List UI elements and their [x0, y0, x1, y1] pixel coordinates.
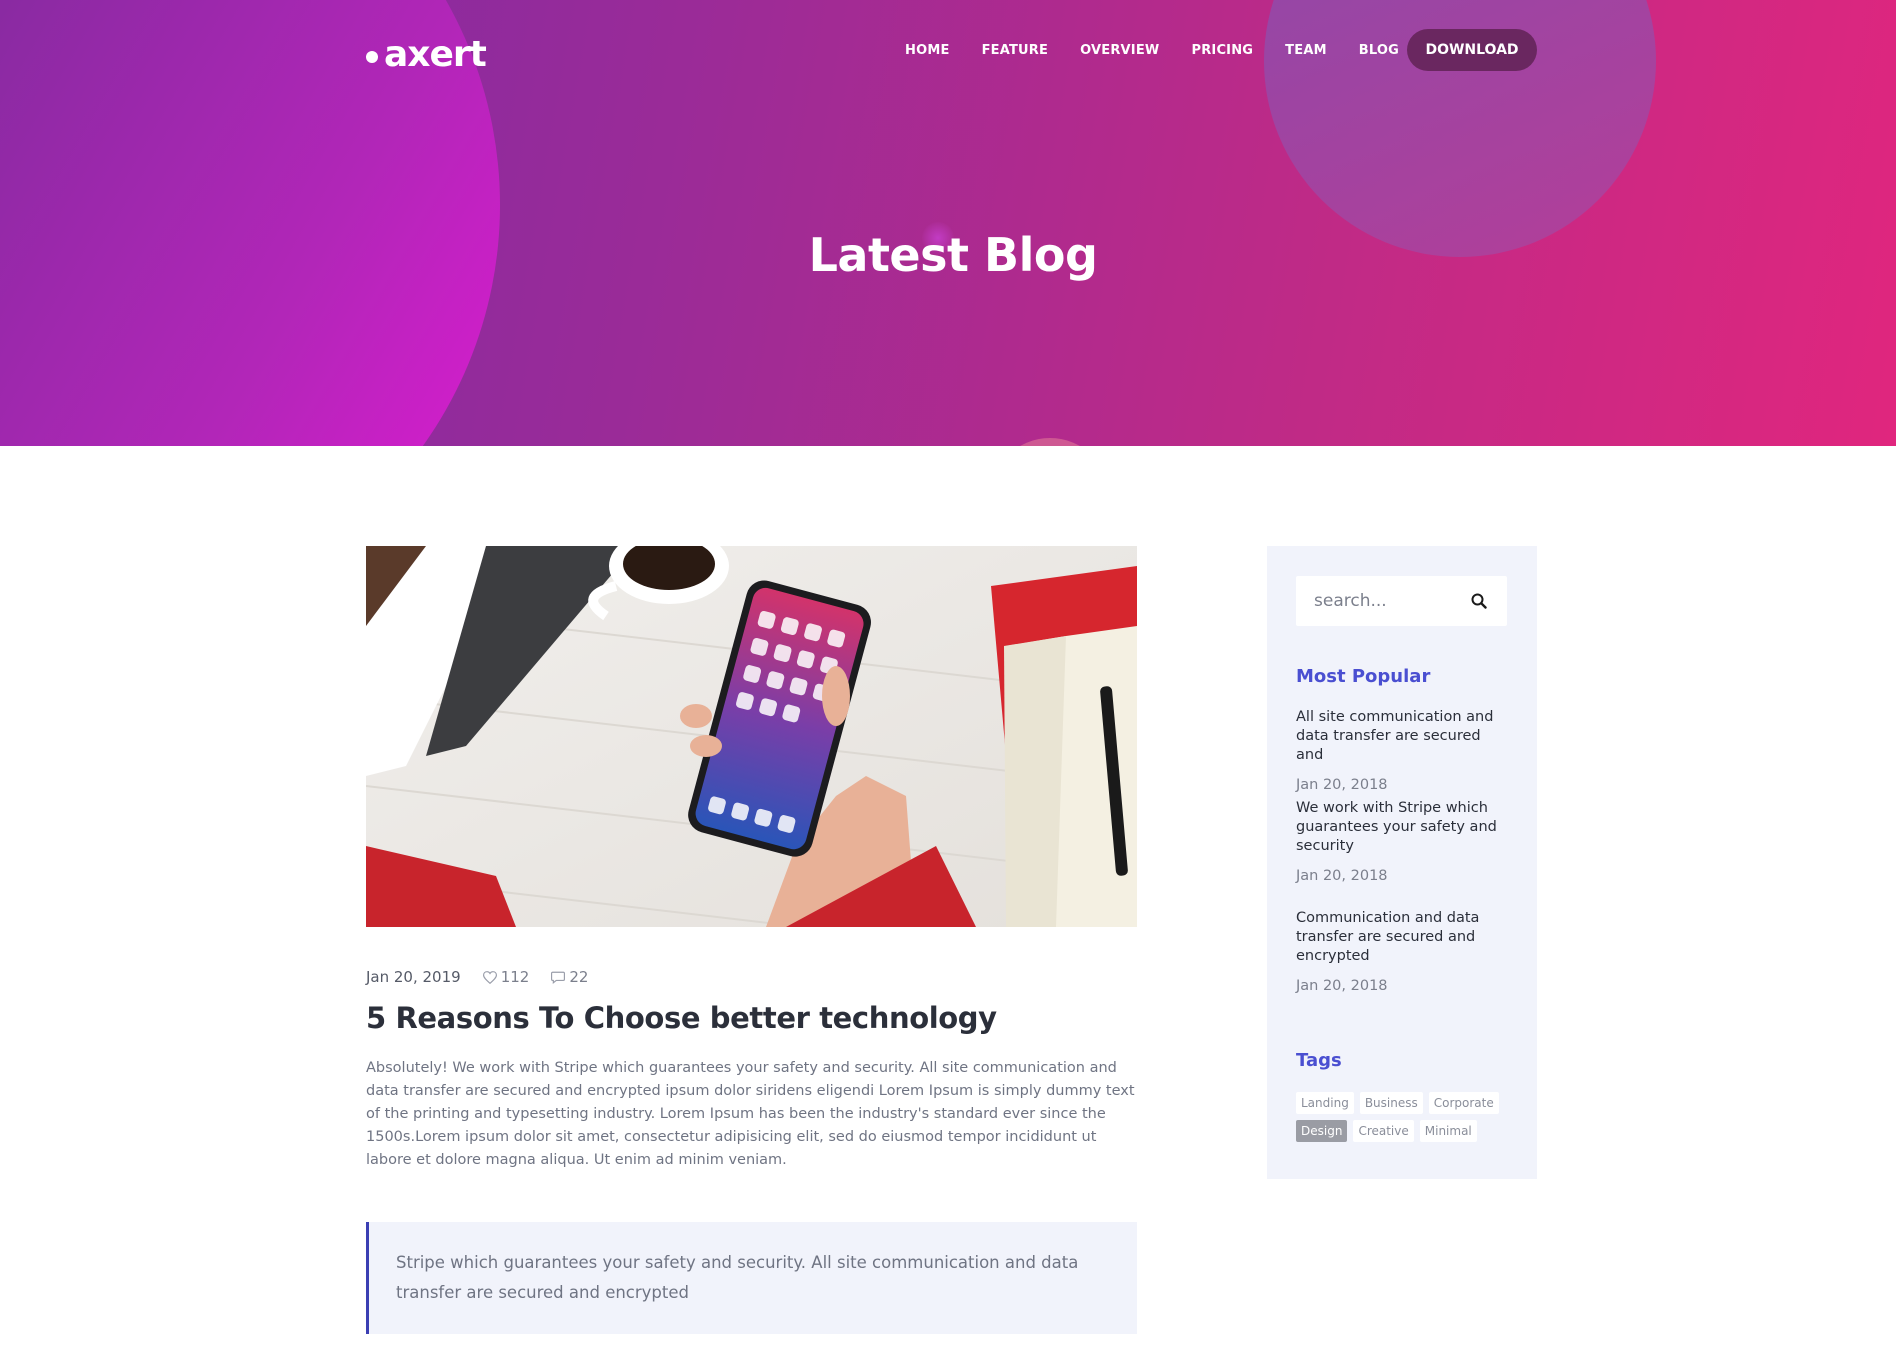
search-icon[interactable]	[1471, 593, 1487, 609]
search-input[interactable]	[1296, 577, 1466, 625]
heart-icon	[482, 970, 497, 984]
comments-count[interactable]: 22	[551, 968, 588, 986]
sidebar: Most Popular All site communication and …	[1267, 546, 1537, 1179]
post-title[interactable]: 5 Reasons To Choose better technology	[366, 1001, 1137, 1035]
post-image[interactable]	[366, 546, 1137, 927]
main-nav: HOME FEATURE OVERVIEW PRICING TEAM BLOG	[905, 41, 1399, 59]
nav-overview[interactable]: OVERVIEW	[1080, 43, 1159, 58]
tag-creative[interactable]: Creative	[1353, 1120, 1414, 1142]
post-excerpt: Absolutely! We work with Stripe which gu…	[366, 1060, 1135, 1168]
logo[interactable]: axert	[366, 33, 487, 75]
logo-text: axert	[384, 33, 487, 75]
nav-home[interactable]: HOME	[905, 43, 950, 58]
likes-value: 112	[500, 968, 530, 986]
comment-icon	[551, 971, 566, 984]
popular-post-date: Jan 20, 2018	[1296, 868, 1388, 884]
tag-minimal[interactable]: Minimal	[1419, 1120, 1477, 1142]
page-title: Latest Blog	[808, 228, 1098, 282]
logo-dot-icon	[366, 51, 378, 63]
likes-count[interactable]: 112	[482, 968, 530, 986]
tag-landing[interactable]: Landing	[1296, 1092, 1354, 1114]
nav-pricing[interactable]: PRICING	[1191, 43, 1253, 58]
download-button[interactable]: DOWNLOAD	[1407, 29, 1537, 71]
popular-post-date: Jan 20, 2018	[1296, 978, 1388, 994]
post-quote: Stripe which guarantees your safety and …	[366, 1222, 1137, 1334]
comments-value: 22	[569, 968, 589, 986]
nav-feature[interactable]: FEATURE	[982, 43, 1049, 58]
popular-post-date: Jan 20, 2018	[1296, 777, 1388, 793]
phone-on-desk-photo	[366, 546, 1137, 927]
tag-list: Landing Business Corporate Design Creati…	[1296, 1092, 1511, 1148]
popular-post[interactable]: We work with Stripe which guarantees you…	[1296, 799, 1511, 884]
popular-post-title[interactable]: Communication and data transfer are secu…	[1296, 909, 1511, 966]
popular-post-title[interactable]: All site communication and data transfer…	[1296, 708, 1511, 765]
popular-post[interactable]: Communication and data transfer are secu…	[1296, 909, 1511, 994]
tag-business[interactable]: Business	[1359, 1092, 1423, 1114]
most-popular-heading: Most Popular	[1296, 666, 1431, 687]
nav-team[interactable]: TEAM	[1285, 43, 1327, 58]
popular-post-title[interactable]: We work with Stripe which guarantees you…	[1296, 799, 1511, 856]
nav-blog[interactable]: BLOG	[1359, 43, 1399, 58]
decorative-circle-bottom	[990, 438, 1110, 446]
post-date: Jan 20, 2019	[366, 968, 461, 986]
popular-post[interactable]: All site communication and data transfer…	[1296, 708, 1511, 793]
search-box	[1296, 576, 1507, 626]
tag-corporate[interactable]: Corporate	[1428, 1092, 1499, 1114]
post-meta: Jan 20, 2019 112 22	[366, 968, 610, 986]
tag-design[interactable]: Design	[1296, 1120, 1348, 1142]
tags-heading: Tags	[1296, 1050, 1342, 1071]
hero-banner: axert HOME FEATURE OVERVIEW PRICING TEAM…	[0, 0, 1896, 446]
